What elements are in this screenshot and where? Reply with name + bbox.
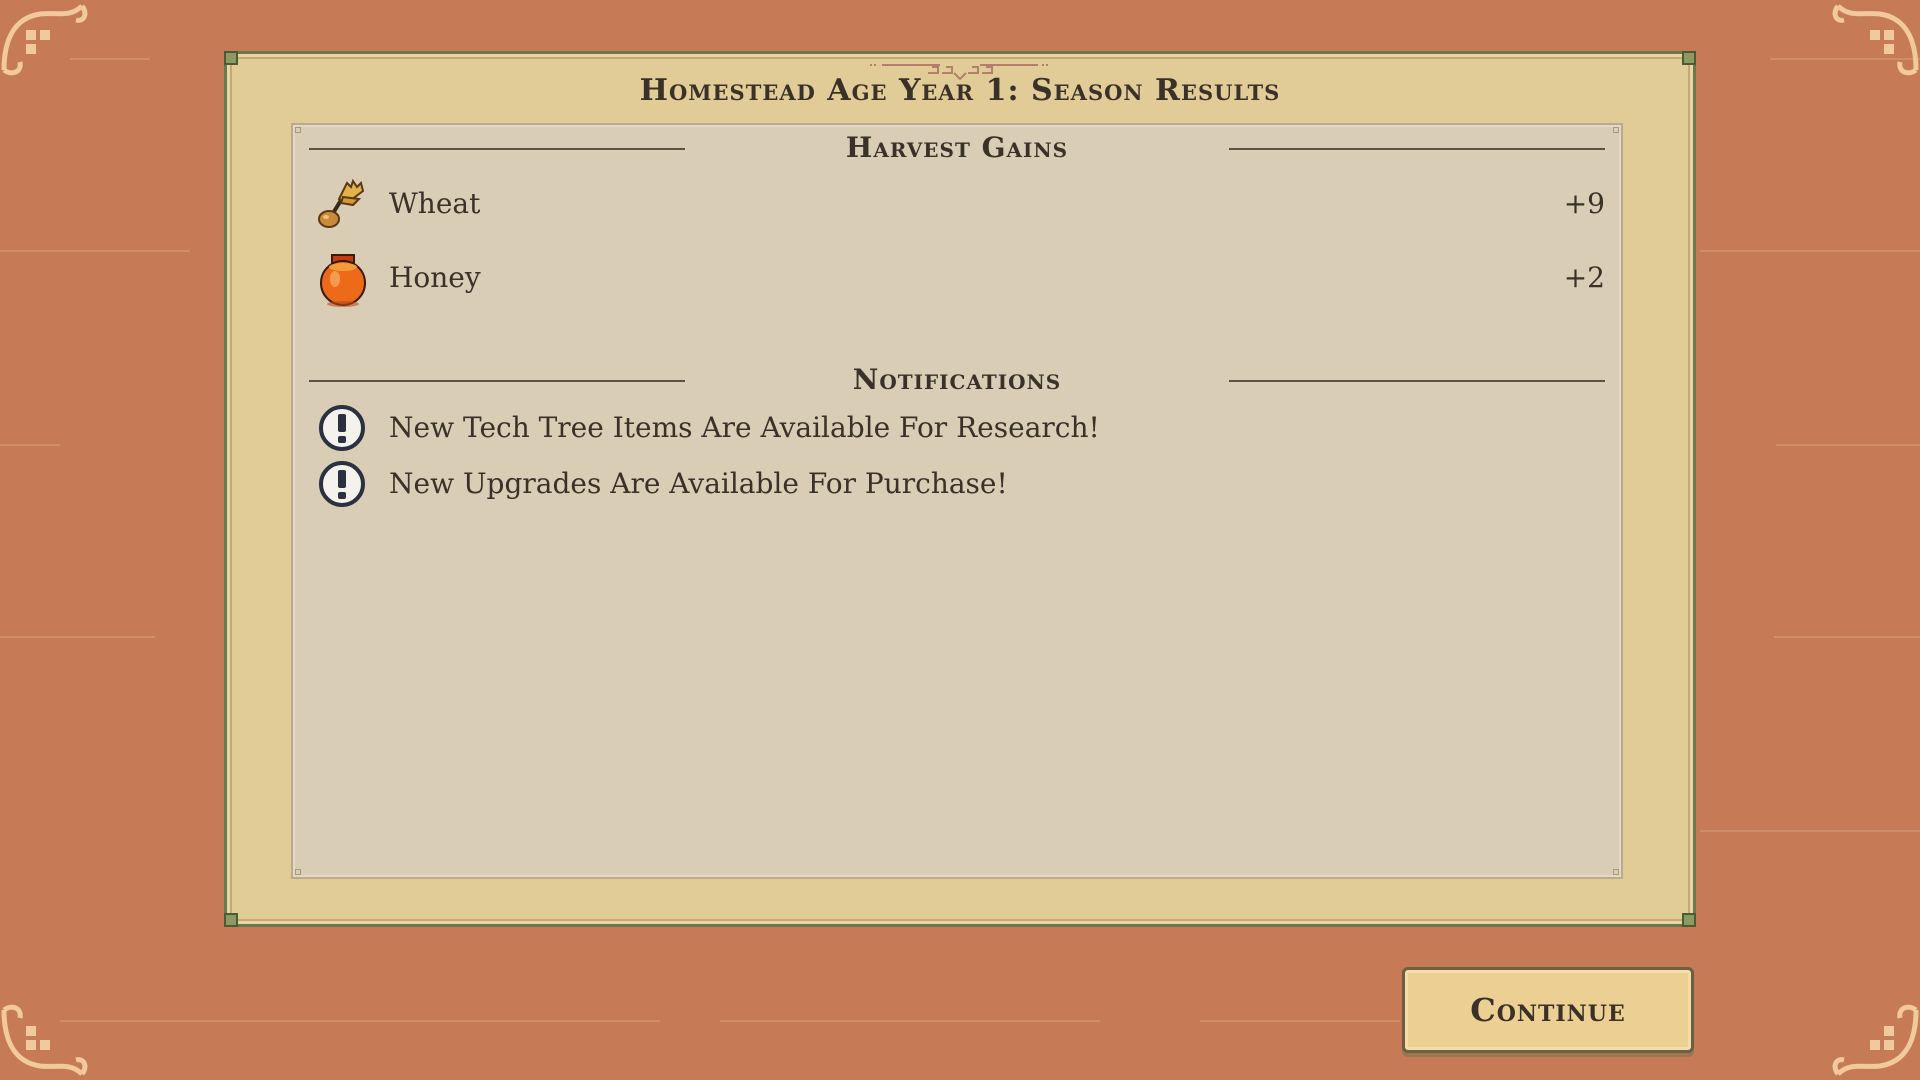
background-plank-line bbox=[0, 636, 155, 638]
harvest-item-wheat: Wheat +9 bbox=[313, 175, 1605, 235]
harvest-item-name: Honey bbox=[389, 261, 481, 294]
corner-ornament-top-right bbox=[1828, 0, 1920, 92]
harvest-gains-header: Harvest Gains bbox=[309, 131, 1605, 167]
results-panel: Harvest Gains Wheat +9 Honey +2 Notifica… bbox=[291, 123, 1623, 879]
panel-corner-pin bbox=[1613, 127, 1619, 133]
corner-ornament-top-left bbox=[0, 0, 92, 92]
harvest-item-honey: Honey +2 bbox=[313, 249, 1605, 309]
corner-ornament-bottom-right bbox=[1828, 988, 1920, 1080]
background-plank-line bbox=[720, 1020, 1100, 1022]
panel-corner-pin bbox=[1613, 869, 1619, 875]
exclamation-icon bbox=[317, 403, 367, 453]
background-plank-line bbox=[1200, 1020, 1400, 1022]
dialog-title: Homestead Age Year 1: Season Results bbox=[639, 73, 1281, 108]
frame-corner-knob bbox=[224, 913, 238, 927]
background-plank-line bbox=[0, 250, 190, 252]
panel-corner-pin bbox=[295, 127, 301, 133]
notification-item: New Upgrades Are Available For Purchase! bbox=[317, 459, 1605, 509]
frame-corner-knob bbox=[1682, 913, 1696, 927]
harvest-item-amount: +9 bbox=[1563, 187, 1605, 220]
background-plank-line bbox=[1700, 250, 1920, 252]
notification-text: New Tech Tree Items Are Available For Re… bbox=[389, 411, 1100, 444]
background-plank-line bbox=[0, 444, 60, 446]
corner-ornament-bottom-left bbox=[0, 988, 92, 1080]
exclamation-icon bbox=[317, 459, 367, 509]
frame-corner-knob bbox=[224, 51, 238, 65]
honey-jar-icon bbox=[313, 249, 373, 309]
wheat-icon bbox=[313, 175, 373, 235]
panel-corner-pin bbox=[295, 869, 301, 875]
background-plank-line bbox=[1700, 830, 1920, 832]
continue-button[interactable]: Continue bbox=[1402, 967, 1694, 1053]
background-plank-line bbox=[1774, 636, 1920, 638]
notifications-header: Notifications bbox=[309, 363, 1605, 399]
background-plank-line bbox=[60, 1020, 660, 1022]
section-divider bbox=[1229, 148, 1605, 150]
frame-corner-knob bbox=[1682, 51, 1696, 65]
season-results-dialog: Homestead Age Year 1: Season Results Har… bbox=[224, 51, 1696, 927]
notification-text: New Upgrades Are Available For Purchase! bbox=[389, 467, 1008, 500]
section-divider bbox=[1229, 380, 1605, 382]
background-plank-line bbox=[1776, 444, 1920, 446]
harvest-item-name: Wheat bbox=[389, 187, 481, 220]
notification-item: New Tech Tree Items Are Available For Re… bbox=[317, 403, 1605, 453]
harvest-item-amount: +2 bbox=[1563, 261, 1605, 294]
